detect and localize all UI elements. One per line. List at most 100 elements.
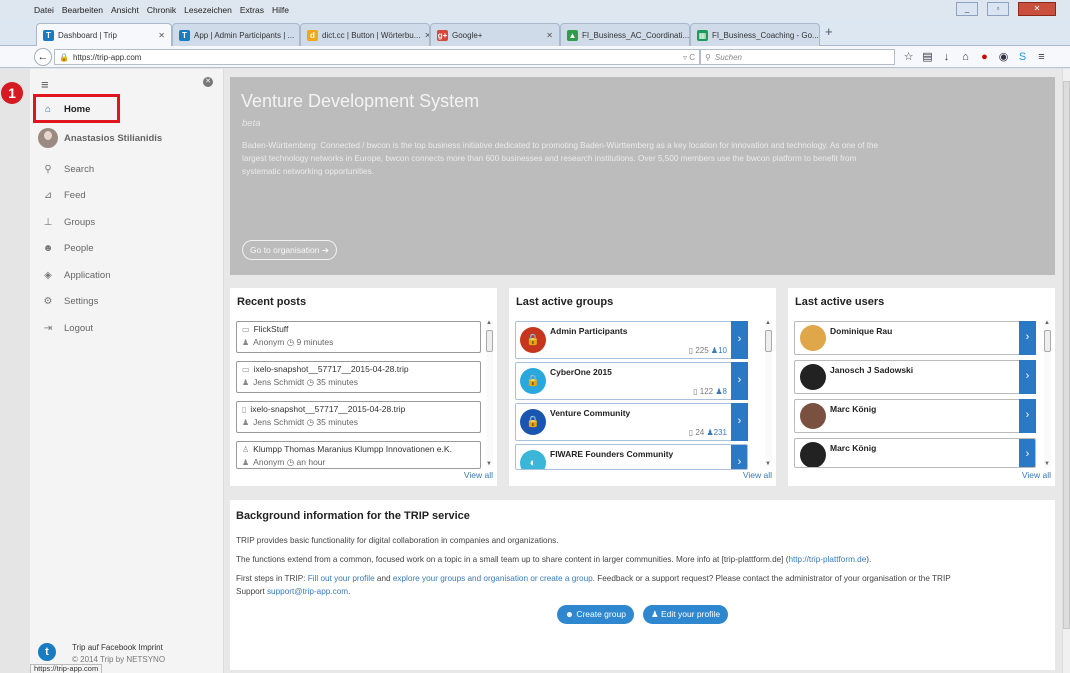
close-tab-icon[interactable]: ✕: [420, 31, 429, 40]
sidebar-item-logout[interactable]: ⇥ Logout: [38, 317, 213, 339]
reload-icon[interactable]: ▿ C: [683, 53, 699, 62]
menu-extras[interactable]: Extras: [240, 5, 264, 15]
edit-profile-button[interactable]: ♟ Edit your profile: [643, 605, 729, 624]
bookmark-star-icon[interactable]: ☆: [900, 49, 917, 65]
adblock-icon[interactable]: ●: [976, 49, 993, 65]
menu-lesezeichen[interactable]: Lesezeichen: [184, 5, 232, 15]
fill-profile-link[interactable]: Fill out your profile: [308, 574, 375, 583]
user-name: Janosch J Sadowski: [830, 365, 914, 375]
view-all-posts-link[interactable]: View all: [464, 470, 493, 480]
scroll-down-icon[interactable]: ▼: [486, 461, 492, 467]
view-all-groups-link[interactable]: View all: [743, 470, 772, 480]
hamburger-menu-icon[interactable]: ≡: [1033, 49, 1050, 65]
post-time: an hour: [296, 457, 326, 467]
menu-bearbeiten[interactable]: Bearbeiten: [62, 5, 103, 15]
chevron-right-icon[interactable]: ›: [1019, 360, 1036, 394]
last-active-users-card: Last active users Dominique Rau › Janosc…: [788, 288, 1055, 486]
skype-icon[interactable]: S: [1014, 49, 1031, 65]
menu-chronik[interactable]: Chronik: [147, 5, 176, 15]
menu-hilfe[interactable]: Hilfe: [272, 5, 289, 15]
tab-business-coaching[interactable]: ▦ FI_Business_Coaching - Go... ✕: [690, 23, 820, 46]
go-to-organisation-button[interactable]: Go to organisation ➔: [242, 240, 337, 260]
scroll-thumb[interactable]: [765, 330, 772, 352]
close-tab-icon[interactable]: ✕: [542, 31, 553, 40]
tab-google-plus[interactable]: g+ Google+ ✕: [430, 23, 560, 46]
sidebar-item-application[interactable]: ◈ Application: [38, 264, 213, 286]
minimize-button[interactable]: _: [956, 2, 978, 16]
group-item[interactable]: 🔒 CyberOne 2015 ▯ 122 ♟8 ›: [515, 362, 748, 400]
back-button[interactable]: ←: [34, 48, 52, 66]
new-tab-button[interactable]: +: [825, 24, 833, 39]
post-item[interactable]: ♙ Klumpp Thomas Maranius Klumpp Innovatio…: [236, 441, 481, 469]
group-item[interactable]: 🔒 Admin Participants ▯ 225 ♟10 ›: [515, 321, 748, 359]
scroll-thumb[interactable]: [1044, 330, 1051, 352]
close-tab-icon[interactable]: ✕: [819, 31, 820, 40]
scroll-up-icon[interactable]: ▲: [486, 320, 492, 326]
user-item[interactable]: Marc König ›: [794, 438, 1036, 468]
scroll-down-icon[interactable]: ▼: [765, 461, 771, 467]
maximize-button[interactable]: ▫: [987, 2, 1009, 16]
group-name: Admin Participants: [550, 326, 628, 336]
close-window-button[interactable]: ✕: [1018, 2, 1056, 16]
sidebar-item-label: Logout: [64, 322, 94, 334]
group-item[interactable]: ◐ FIWARE Founders Community ›: [515, 444, 748, 470]
sidebar-item-search[interactable]: ⚲ Search: [38, 158, 213, 180]
chevron-right-icon[interactable]: ›: [731, 321, 748, 359]
sidebar-item-profile[interactable]: Anastasios Stilianidis: [38, 127, 213, 149]
chevron-right-icon[interactable]: ›: [731, 445, 747, 469]
search-bar[interactable]: ⚲ Suchen: [700, 49, 895, 65]
address-bar[interactable]: 🔒 https://trip-app.com ▿ C: [54, 49, 700, 65]
page-scrollbar[interactable]: [1062, 69, 1070, 673]
user-item[interactable]: Janosch J Sadowski ›: [794, 360, 1036, 394]
download-icon[interactable]: ↓: [938, 49, 955, 65]
tab-dashboard[interactable]: T Dashboard | Trip ✕: [36, 23, 172, 47]
chevron-right-icon[interactable]: ›: [731, 403, 748, 441]
tab-business-ac[interactable]: ▲ FI_Business_AC_Coordinati... ✕: [560, 23, 690, 46]
scroll-up-icon[interactable]: ▲: [1044, 320, 1050, 326]
user-item[interactable]: Dominique Rau ›: [794, 321, 1036, 355]
post-item[interactable]: ▯ ixelo-snapshot__57717__2015-04-28.trip …: [236, 401, 481, 433]
group-name: Venture Community: [550, 408, 631, 418]
user-name: Dominique Rau: [830, 326, 893, 336]
groups-scrollbar[interactable]: ▲ ▼: [765, 320, 772, 467]
users-scrollbar[interactable]: ▲ ▼: [1044, 320, 1051, 467]
dict-favicon-icon: d: [307, 29, 318, 41]
chat-icon[interactable]: ◉: [995, 49, 1012, 65]
menu-ansicht[interactable]: Ansicht: [111, 5, 139, 15]
post-item[interactable]: ▭ ixelo-snapshot__57717__2015-04-28.trip …: [236, 361, 481, 393]
home-browser-icon[interactable]: ⌂: [957, 49, 974, 65]
close-tab-icon[interactable]: ✕: [154, 31, 165, 40]
chevron-right-icon[interactable]: ›: [1019, 399, 1036, 433]
posts-scrollbar[interactable]: ▲ ▼: [486, 320, 493, 467]
section-title: Background information for the TRIP serv…: [236, 510, 470, 522]
user-item[interactable]: Marc König ›: [794, 399, 1036, 433]
chevron-right-icon[interactable]: ›: [731, 362, 748, 400]
trip-plattform-link[interactable]: http://trip-plattform.de: [788, 555, 866, 564]
sidebar-item-feed[interactable]: ⊿ Feed: [38, 184, 213, 206]
arrow-right-icon: ➔: [321, 245, 329, 255]
group-item[interactable]: 🔒 Venture Community ▯ 24 ♟231 ›: [515, 403, 748, 441]
chevron-right-icon[interactable]: ›: [1019, 439, 1035, 467]
scroll-down-icon[interactable]: ▼: [1044, 461, 1050, 467]
sidebar-item-label: Search: [64, 163, 95, 175]
footer-links[interactable]: Trip auf Facebook Imprint: [72, 643, 165, 652]
support-email-link[interactable]: support@trip-app.com: [267, 587, 348, 596]
sidebar-item-groups[interactable]: ⊥ Groups: [38, 211, 213, 233]
explore-groups-link[interactable]: explore your groups and organisation or …: [393, 574, 593, 583]
close-sidebar-icon[interactable]: ✕: [203, 77, 213, 87]
bookmarks-list-icon[interactable]: ▤: [919, 49, 936, 65]
tab-admin-participants[interactable]: T App | Admin Participants | ... ✕: [172, 23, 300, 46]
chevron-right-icon[interactable]: ›: [1019, 321, 1036, 355]
menu-datei[interactable]: Datei: [34, 5, 54, 15]
sidebar-item-label: People: [64, 242, 94, 254]
menu-toggle-icon[interactable]: ≡: [41, 77, 49, 92]
scroll-up-icon[interactable]: ▲: [765, 320, 771, 326]
view-all-users-link[interactable]: View all: [1022, 470, 1051, 480]
scroll-thumb[interactable]: [486, 330, 493, 352]
tab-dict[interactable]: d dict.cc | Button | Wörterbu... ✕: [300, 23, 430, 46]
sidebar-item-people[interactable]: ☻ People: [38, 237, 213, 259]
create-group-button[interactable]: ☻ Create group: [557, 605, 634, 624]
scroll-thumb[interactable]: [1063, 81, 1070, 629]
post-item[interactable]: ▭ FlickStuff ♟ Anonym ◷ 9 minutes: [236, 321, 481, 353]
sidebar-item-settings[interactable]: ⚙ Settings: [38, 290, 213, 312]
